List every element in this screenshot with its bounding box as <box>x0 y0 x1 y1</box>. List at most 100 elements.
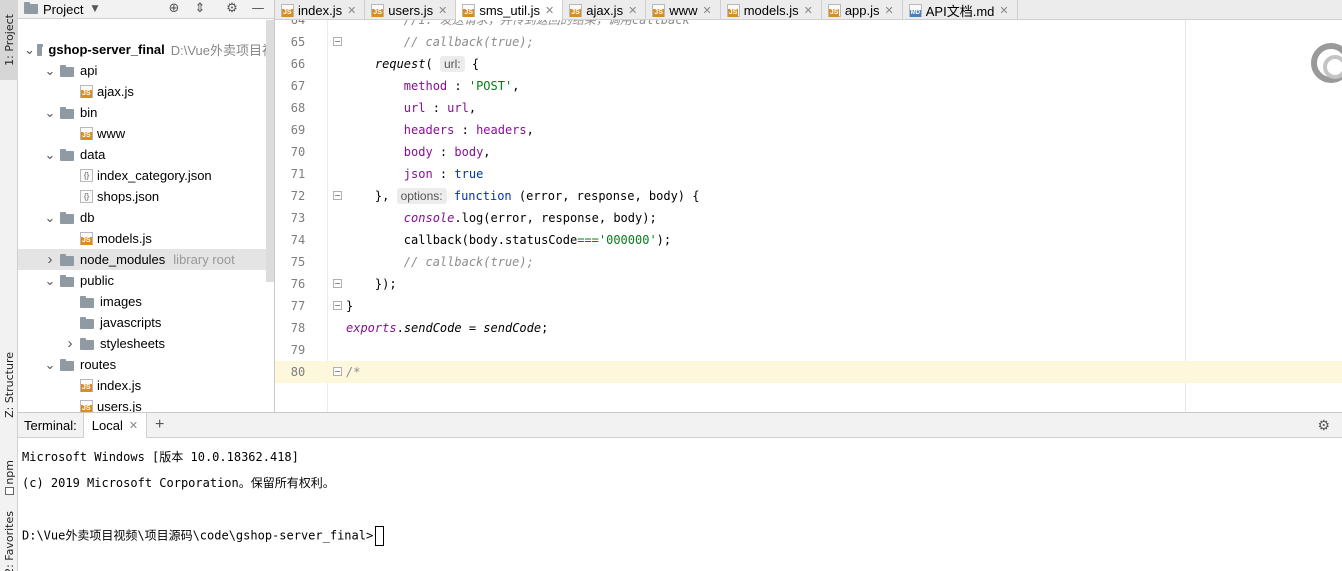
code-line[interactable]: 64 //1. 发送请求，并传到返回的结果，调用callback <box>275 20 1342 31</box>
tree-item[interactable]: users.js <box>18 396 274 412</box>
close-icon[interactable]: ✕ <box>438 4 447 17</box>
fold-marker-icon[interactable] <box>333 191 342 200</box>
code-token: .log(error, response, body); <box>454 211 657 225</box>
code-line[interactable]: 66 request( url: { <box>275 53 1342 75</box>
tree-item-label: images <box>100 294 142 309</box>
close-icon[interactable]: ✕ <box>804 4 813 17</box>
chevron-right-icon[interactable]: › <box>44 252 56 267</box>
editor-tab[interactable]: models.js ✕ <box>721 0 822 20</box>
tree-item[interactable]: index.js <box>18 375 274 396</box>
chevron-down-icon[interactable]: ▼ <box>91 4 98 14</box>
terminal-line: (c) 2019 Microsoft Corporation。保留所有权利。 <box>22 474 335 491</box>
tree-item[interactable]: ajax.js <box>18 81 274 102</box>
code-line[interactable]: 68 url : url, <box>275 97 1342 119</box>
chevron-down-icon[interactable]: ⌄ <box>44 274 56 287</box>
editor-tab[interactable]: ajax.js ✕ <box>563 0 647 20</box>
chevron-down-icon[interactable]: ⌄ <box>44 358 56 371</box>
js-file-icon <box>462 4 476 17</box>
editor-tab[interactable]: users.js ✕ <box>365 0 457 20</box>
tree-item[interactable]: models.js <box>18 228 274 249</box>
code-line[interactable]: 67 method : 'POST', <box>275 75 1342 97</box>
editor-tab-label: sms_util.js <box>479 3 540 18</box>
chevron-down-icon[interactable]: ⌄ <box>24 43 35 56</box>
code-line[interactable]: 72 }, options: function (error, response… <box>275 185 1342 207</box>
code-editor[interactable]: 64 //1. 发送请求，并传到返回的结果，调用callback 65 // ca… <box>275 20 1342 412</box>
tree-item[interactable]: › stylesheets <box>18 333 274 354</box>
tree-item-label: index_category.json <box>97 168 212 183</box>
favorites-tool-tab[interactable]: 2: Favorites <box>0 511 18 571</box>
tree-item[interactable]: ⌄ routes <box>18 354 274 375</box>
terminal-tab-local[interactable]: Local ✕ <box>82 412 148 438</box>
tree-item[interactable]: ⌄ db <box>18 207 274 228</box>
terminal-panel: Terminal: Local ✕ + ⚙ Microsoft Windows … <box>18 412 1342 571</box>
tree-item[interactable]: {} index_category.json <box>18 165 274 186</box>
code-line[interactable]: 71 json : true <box>275 163 1342 185</box>
close-icon[interactable]: ✕ <box>885 4 894 17</box>
code-line[interactable]: 65 // callback(true); <box>275 31 1342 53</box>
structure-tool-tab[interactable]: Z: Structure <box>0 350 18 420</box>
code-line[interactable]: 76 }); <box>275 273 1342 295</box>
favorites-tool-tab-label: 2: Favorites <box>2 511 16 571</box>
close-icon[interactable]: ✕ <box>999 4 1008 17</box>
code-line[interactable]: 69 headers : headers, <box>275 119 1342 141</box>
editor-tab[interactable]: sms_util.js ✕ <box>456 0 564 21</box>
tree-item[interactable]: ⌄ data <box>18 144 274 165</box>
editor-tab[interactable]: app.js ✕ <box>822 0 903 20</box>
code-line[interactable]: 79 <box>275 339 1342 361</box>
line-number: 76 <box>290 277 306 291</box>
fold-marker-icon[interactable] <box>333 367 342 376</box>
close-icon[interactable]: ✕ <box>545 4 554 17</box>
collapse-all-icon[interactable]: ⇕ <box>192 1 208 17</box>
code-line[interactable]: 70 body : body, <box>275 141 1342 163</box>
gear-icon[interactable]: ⚙ <box>224 1 240 17</box>
js-file-icon <box>726 3 740 17</box>
json-file-icon: {} <box>80 190 93 203</box>
project-tool-tab[interactable]: 1: Project <box>0 0 18 80</box>
project-panel-title[interactable]: Project <box>43 2 83 17</box>
fold-marker-icon[interactable] <box>333 279 342 288</box>
tree-scrollbar[interactable] <box>266 20 274 282</box>
code-token: : <box>425 101 448 115</box>
chevron-right-icon[interactable]: › <box>64 336 76 351</box>
editor-tab[interactable]: www ✕ <box>646 0 721 20</box>
tree-item[interactable]: www <box>18 123 274 144</box>
code-line[interactable]: 78 exports.sendCode = sendCode; <box>275 317 1342 339</box>
fold-marker-icon[interactable] <box>333 301 342 310</box>
close-icon[interactable]: ✕ <box>628 4 637 17</box>
tree-item[interactable]: › node_modules library root <box>18 249 274 270</box>
chevron-down-icon[interactable]: ⌄ <box>44 64 56 77</box>
code-line[interactable]: 75 // callback(true); <box>275 251 1342 273</box>
gear-icon[interactable]: ⚙ <box>1317 417 1330 434</box>
editor-tab[interactable]: index.js ✕ <box>275 0 366 20</box>
tree-item[interactable]: ⌄ bin <box>18 102 274 123</box>
hide-icon[interactable]: — <box>250 1 266 17</box>
chevron-down-icon[interactable]: ⌄ <box>44 106 56 119</box>
new-terminal-icon[interactable]: + <box>155 416 164 434</box>
tree-item[interactable]: images <box>18 291 274 312</box>
npm-tool-tab[interactable]: npm <box>0 455 18 500</box>
locate-icon[interactable]: ⊕ <box>166 1 182 17</box>
editor-tab[interactable]: API文档.md ✕ <box>903 0 1018 20</box>
folder-icon <box>80 337 94 350</box>
fold-marker-icon[interactable] <box>333 37 342 46</box>
close-icon[interactable]: ✕ <box>347 4 356 17</box>
terminal-line-text: Microsoft Windows [版本 10.0.18362.418] <box>22 450 299 464</box>
chevron-down-icon[interactable]: ⌄ <box>44 148 56 161</box>
tree-item[interactable]: {} shops.json <box>18 186 274 207</box>
code-token: sendCode <box>403 321 462 335</box>
tree-item[interactable]: javascripts <box>18 312 274 333</box>
code-line[interactable]: 77} <box>275 295 1342 317</box>
code-token: }); <box>346 277 397 291</box>
folder-icon <box>60 106 74 119</box>
tree-item[interactable]: ⌄ gshop-server_final D:\Vue外卖项目视 <box>18 39 274 60</box>
tree-item[interactable]: ⌄ public <box>18 270 274 291</box>
chevron-down-icon[interactable]: ⌄ <box>44 211 56 224</box>
close-icon[interactable]: ✕ <box>129 419 138 432</box>
code-line[interactable]: 74 callback(body.statusCode==='000000'); <box>275 229 1342 251</box>
close-icon[interactable]: ✕ <box>702 4 711 17</box>
folder-icon <box>60 274 74 287</box>
code-line[interactable]: 73 console.log(error, response, body); <box>275 207 1342 229</box>
code-line[interactable]: 80 /* <box>275 361 1342 383</box>
tree-item[interactable]: ⌄ api <box>18 60 274 81</box>
